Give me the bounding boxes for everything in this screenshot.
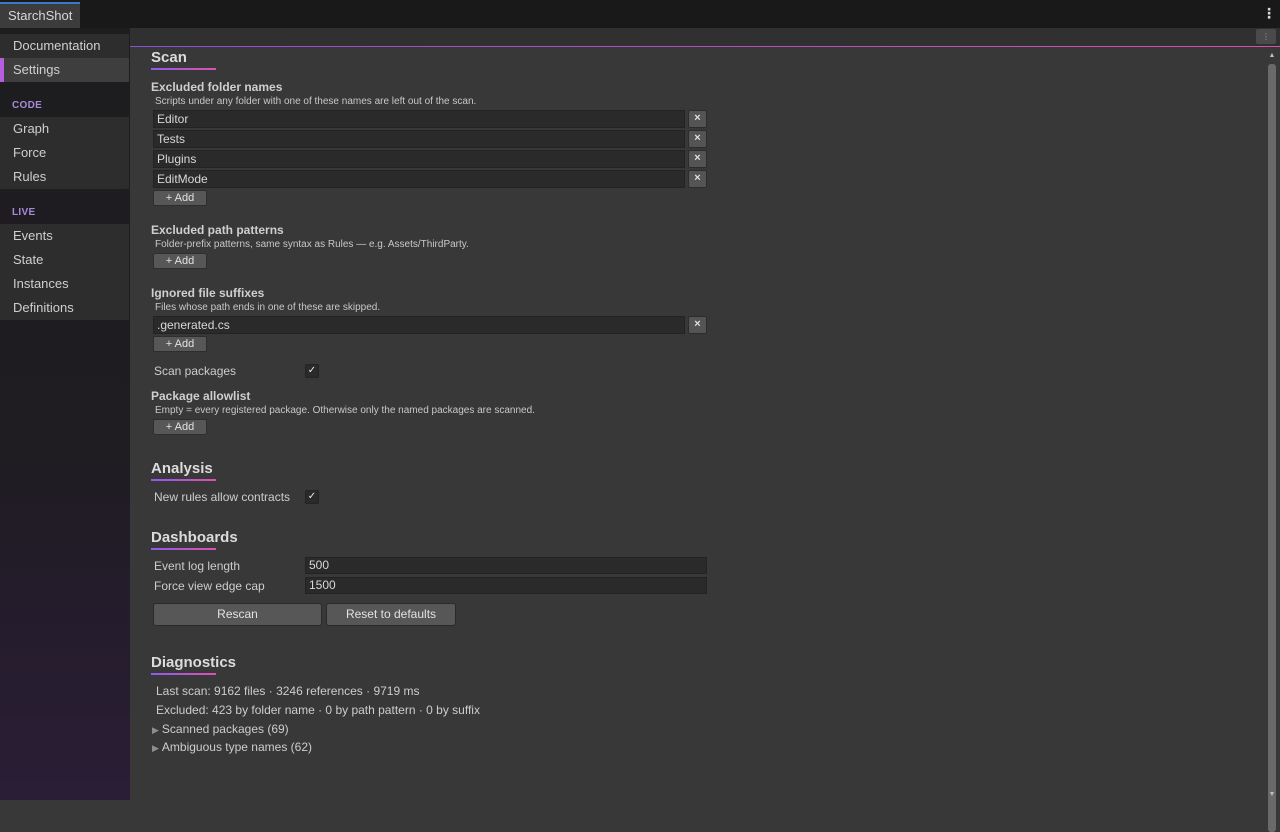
sidebar-group-code: CODE: [12, 100, 43, 111]
event-log-length-input[interactable]: 500: [305, 557, 707, 574]
last-scan-summary: Last scan: 9162 files · 3246 references …: [156, 684, 420, 698]
force-view-edge-cap-label: Force view edge cap: [154, 579, 265, 593]
scroll-up-icon[interactable]: ▲: [1267, 51, 1277, 61]
options-menu-icon[interactable]: ⋮: [1256, 29, 1276, 44]
main-toolbar: [130, 28, 1280, 47]
remove-folder-button[interactable]: ×: [688, 110, 707, 128]
kebab-icon[interactable]: ⋮: [1262, 5, 1276, 21]
excluded-summary: Excluded: 423 by folder name · 0 by path…: [156, 703, 480, 717]
package-allowlist-help: Empty = every registered package. Otherw…: [155, 405, 535, 416]
excluded-paths-help: Folder-prefix patterns, same syntax as R…: [155, 239, 469, 250]
scan-packages-label: Scan packages: [154, 364, 237, 378]
add-package-button[interactable]: + Add: [153, 419, 207, 435]
new-rules-allow-contracts-checkbox[interactable]: ✓: [305, 490, 319, 504]
section-title-analysis: Analysis: [151, 460, 216, 481]
ignored-suffix-input[interactable]: .generated.cs: [153, 316, 685, 334]
rescan-button[interactable]: Rescan: [153, 603, 322, 626]
section-title-diagnostics: Diagnostics: [151, 654, 237, 675]
vertical-scrollbar[interactable]: ▲ ▼: [1266, 50, 1278, 832]
sidebar-item-events[interactable]: Events: [0, 224, 129, 248]
remove-folder-button[interactable]: ×: [688, 170, 707, 188]
scanned-packages-foldout[interactable]: ▶ Scanned packages (69): [152, 722, 289, 736]
scrollbar-thumb[interactable]: [1268, 64, 1276, 832]
foldout-label: Ambiguous type names (62): [161, 740, 312, 754]
sidebar-item-instances[interactable]: Instances: [0, 272, 129, 296]
sidebar-item-graph[interactable]: Graph: [0, 117, 129, 141]
excluded-folder-input[interactable]: Tests: [153, 130, 685, 148]
toolbar-accent-line: [130, 46, 1280, 47]
sidebar-item-settings[interactable]: Settings: [0, 58, 129, 82]
remove-suffix-button[interactable]: ×: [688, 316, 707, 334]
section-title-dashboards: Dashboards: [151, 529, 238, 550]
excluded-folder-input[interactable]: Plugins: [153, 150, 685, 168]
add-folder-button[interactable]: + Add: [153, 190, 207, 206]
foldout-arrow-icon: ▶: [152, 743, 159, 753]
ignored-suffixes-label: Ignored file suffixes: [151, 286, 265, 300]
add-path-pattern-button[interactable]: + Add: [153, 253, 207, 269]
excluded-folder-input[interactable]: EditMode: [153, 170, 685, 188]
excluded-folders-label: Excluded folder names: [151, 80, 283, 94]
sidebar-item-documentation[interactable]: Documentation: [0, 34, 129, 58]
new-rules-allow-contracts-label: New rules allow contracts: [154, 490, 291, 504]
sidebar-item-rules[interactable]: Rules: [0, 165, 129, 189]
excluded-folders-help: Scripts under any folder with one of the…: [155, 96, 477, 107]
sidebar: Documentation Settings CODE Graph Force …: [0, 28, 130, 800]
ambiguous-type-names-foldout[interactable]: ▶ Ambiguous type names (62): [152, 740, 312, 754]
remove-folder-button[interactable]: ×: [688, 130, 707, 148]
window-tab[interactable]: StarchShot: [0, 2, 81, 28]
foldout-label: Scanned packages (69): [161, 722, 289, 736]
scroll-down-icon[interactable]: ▼: [1267, 790, 1277, 800]
sidebar-item-force[interactable]: Force: [0, 141, 129, 165]
ignored-suffixes-help: Files whose path ends in one of these ar…: [155, 302, 381, 313]
add-suffix-button[interactable]: + Add: [153, 336, 207, 352]
package-allowlist-label: Package allowlist: [151, 389, 251, 403]
scan-packages-checkbox[interactable]: ✓: [305, 364, 319, 378]
sidebar-item-definitions[interactable]: Definitions: [0, 296, 129, 320]
reset-to-defaults-button[interactable]: Reset to defaults: [326, 603, 456, 626]
title-bar: StarchShot ⋮: [0, 0, 1280, 28]
remove-folder-button[interactable]: ×: [688, 150, 707, 168]
sidebar-group-live: LIVE: [12, 207, 36, 218]
sidebar-item-state[interactable]: State: [0, 248, 129, 272]
excluded-folder-input[interactable]: Editor: [153, 110, 685, 128]
event-log-length-label: Event log length: [154, 559, 241, 573]
excluded-paths-label: Excluded path patterns: [151, 223, 284, 237]
foldout-arrow-icon: ▶: [152, 725, 159, 735]
section-title-scan: Scan: [151, 49, 216, 70]
force-view-edge-cap-input[interactable]: 1500: [305, 577, 707, 594]
